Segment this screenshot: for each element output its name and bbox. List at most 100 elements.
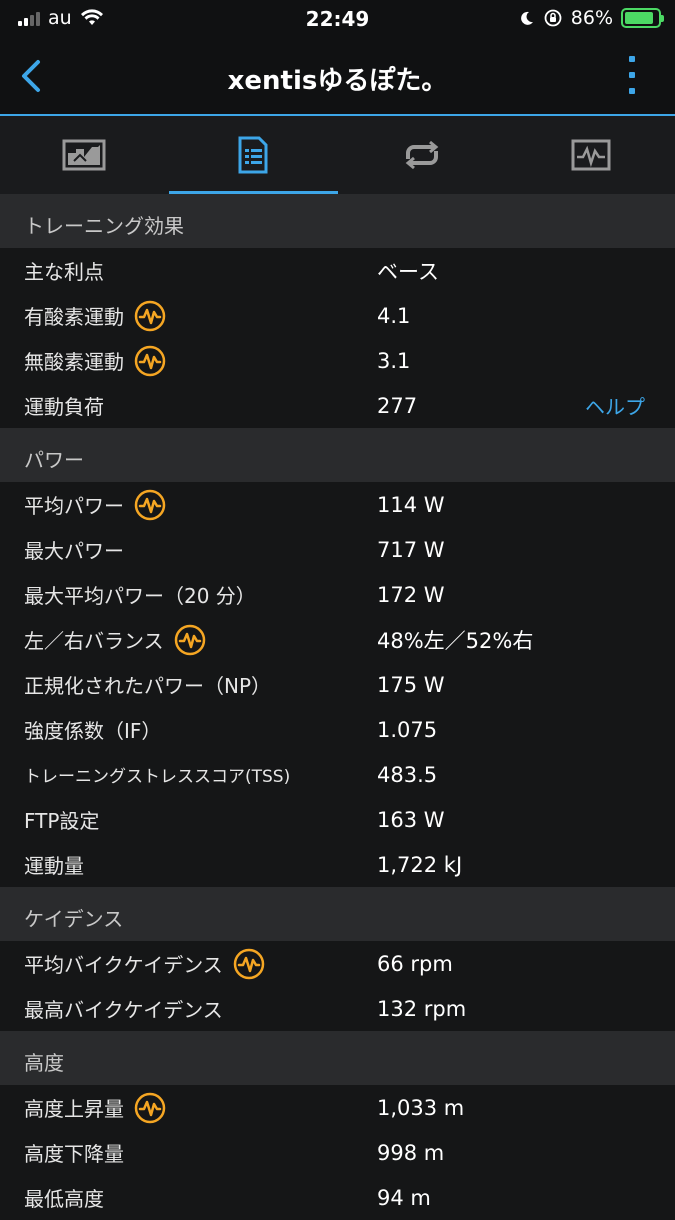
stat-label-container: 高度上昇量: [24, 1085, 166, 1130]
performance-metric-icon[interactable]: [134, 300, 166, 332]
stat-label-container: 正規化されたパワー（NP）: [24, 662, 271, 707]
stat-value: ベース: [377, 259, 439, 284]
performance-metric-icon[interactable]: [134, 345, 166, 377]
stat-row: 最大平均パワー（20 分） 172 W: [0, 572, 675, 617]
stat-row: 運動量 1,722 kJ: [0, 842, 675, 887]
stat-row: 左／右バランス 48%左／52%右: [0, 617, 675, 662]
stat-label-container: 主な利点: [24, 248, 104, 293]
stat-label: 有酸素運動: [24, 305, 124, 329]
stat-label-container: 運動負荷: [24, 383, 104, 428]
laps-loop-icon: [405, 140, 439, 170]
stat-label-container: 平均バイクケイデンス: [24, 941, 265, 986]
section-header: ケイデンス: [0, 887, 675, 941]
stat-label: 運動負荷: [24, 395, 104, 419]
stat-label: 強度係数（IF）: [24, 719, 162, 743]
navigation-bar: xentisゆるぽた。: [0, 38, 675, 116]
graph-monitor-icon: [571, 139, 611, 171]
stat-row: FTP設定 163 W: [0, 797, 675, 842]
stat-label: 平均バイクケイデンス: [24, 953, 223, 977]
stat-label-container: 最高バイクケイデンス: [24, 986, 223, 1031]
stat-value: 172 W: [377, 582, 445, 607]
stat-label-container: 平均パワー: [24, 482, 166, 527]
orientation-lock-icon: [544, 9, 562, 27]
stat-label: 最大パワー: [24, 539, 124, 563]
chart-icon: [62, 139, 106, 171]
status-right: 86%: [519, 7, 664, 29]
performance-metric-icon[interactable]: [134, 1092, 166, 1124]
stat-label-container: 最大パワー: [24, 527, 124, 572]
stat-value: 4.1: [377, 303, 411, 328]
more-options-icon[interactable]: [627, 54, 637, 96]
stat-row: 最高バイクケイデンス 132 rpm: [0, 986, 675, 1031]
tab-overview[interactable]: [0, 116, 169, 194]
stat-label: 最低高度: [24, 1187, 104, 1211]
page-title: xentisゆるぽた。: [227, 66, 448, 96]
stat-value: 1.075: [377, 717, 438, 742]
section-header: パワー: [0, 428, 675, 482]
details-content: トレーニング効果主な利点 ベース有酸素運動 4.1 無酸素運動 3.1 運動負荷 277 ヘル…: [0, 194, 675, 1220]
stat-row: 平均バイクケイデンス 66 rpm: [0, 941, 675, 986]
stat-label-container: 最大平均パワー（20 分）: [24, 572, 256, 617]
stat-label: 最大平均パワー（20 分）: [24, 584, 256, 608]
stat-row: トレーニングストレススコア(TSS) 483.5: [0, 752, 675, 797]
stat-value: 132 rpm: [377, 996, 467, 1021]
stat-row: 正規化されたパワー（NP） 175 W: [0, 662, 675, 707]
help-link[interactable]: ヘルプ: [585, 383, 645, 428]
stat-label-container: 運動量: [24, 842, 84, 887]
stat-label-container: FTP設定: [24, 797, 99, 842]
stat-label-container: 無酸素運動: [24, 338, 166, 383]
stat-value: 163 W: [377, 807, 445, 832]
stat-value: 277: [377, 393, 418, 418]
stat-row: 高度下降量 998 m: [0, 1130, 675, 1175]
stat-label-container: 左／右バランス: [24, 617, 206, 662]
stat-row: 平均パワー 114 W: [0, 482, 675, 527]
stat-row: 高度上昇量 1,033 m: [0, 1085, 675, 1130]
stat-label-container: 最低高度: [24, 1175, 104, 1220]
stat-label: 無酸素運動: [24, 350, 124, 374]
stat-value: 998 m: [377, 1140, 445, 1165]
stat-label: 最高バイクケイデンス: [24, 998, 223, 1022]
stat-value: 717 W: [377, 537, 445, 562]
status-bar: au 22:49 86%: [0, 0, 675, 38]
stat-label: FTP設定: [24, 809, 100, 833]
stat-row: 有酸素運動 4.1: [0, 293, 675, 338]
stat-label: 平均パワー: [24, 494, 124, 518]
section-header: トレーニング効果: [0, 194, 675, 248]
stat-row: 運動負荷 277 ヘルプ: [0, 383, 675, 428]
stat-value: 1,722 kJ: [377, 852, 463, 877]
stat-row: 最大パワー 717 W: [0, 527, 675, 572]
tab-details[interactable]: [168, 116, 338, 194]
stat-value: 3.1: [377, 348, 411, 373]
stat-value: 94 m: [377, 1185, 431, 1210]
performance-metric-icon[interactable]: [134, 489, 166, 521]
stat-row: 主な利点 ベース: [0, 248, 675, 293]
stat-label-container: 強度係数（IF）: [24, 707, 161, 752]
stat-value: 1,033 m: [377, 1095, 465, 1120]
stat-row: 最低高度 94 m: [0, 1175, 675, 1220]
tab-graphs[interactable]: [506, 116, 675, 194]
stat-label: 高度下降量: [24, 1142, 124, 1166]
tab-bar: [0, 116, 675, 194]
stat-label: 主な利点: [24, 260, 104, 284]
stat-value: 114 W: [377, 492, 445, 517]
battery-percent: 86%: [570, 7, 613, 29]
stat-row: 無酸素運動 3.1: [0, 338, 675, 383]
section-header: 高度: [0, 1031, 675, 1085]
stat-value: 483.5: [377, 762, 438, 787]
stat-value: 48%左／52%右: [377, 628, 534, 653]
stat-value: 175 W: [377, 672, 445, 697]
tab-laps[interactable]: [338, 116, 507, 194]
stat-label: 左／右バランス: [24, 629, 164, 653]
stat-row: 強度係数（IF） 1.075: [0, 707, 675, 752]
battery-icon: [621, 8, 664, 28]
moon-icon: [520, 11, 533, 25]
details-list-icon: [238, 136, 268, 174]
stat-label-container: 有酸素運動: [24, 293, 166, 338]
stat-label-container: 高度下降量: [24, 1130, 124, 1175]
stat-label: 運動量: [24, 854, 84, 878]
performance-metric-icon[interactable]: [174, 624, 206, 656]
stat-label-container: トレーニングストレススコア(TSS): [24, 752, 290, 797]
stat-value: 66 rpm: [377, 951, 453, 976]
performance-metric-icon[interactable]: [233, 948, 265, 980]
stat-label: 正規化されたパワー（NP）: [24, 674, 272, 698]
